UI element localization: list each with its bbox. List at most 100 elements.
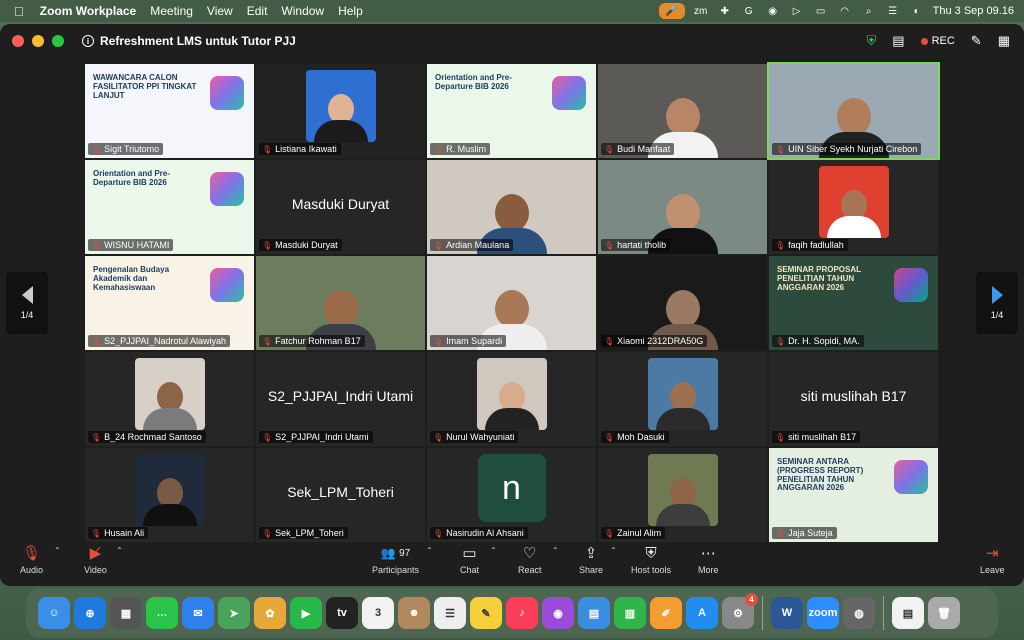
participant-tile[interactable]: 🎙 Xiaomi 2312DRA50G	[598, 256, 767, 350]
participant-tile[interactable]: 🎙 Ardian Maulana	[427, 160, 596, 254]
notes-icon[interactable]: ▤	[892, 33, 904, 49]
audio-options-chevron-icon[interactable]: ⌃	[54, 546, 61, 555]
audio-button[interactable]: 🎙 Audio	[20, 544, 43, 575]
participants-button[interactable]: 👥 97 Participants	[372, 544, 419, 575]
gallery-view-icon[interactable]: ▦	[998, 33, 1010, 49]
system-settings-icon[interactable]: ⚙ 4	[722, 593, 758, 629]
document-icon[interactable]: ▤	[892, 597, 924, 629]
reminders-icon[interactable]: ☰	[434, 597, 466, 629]
extension-icon[interactable]: ✚	[717, 4, 733, 18]
participant-tile[interactable]: Masduki Duryat 🎙 Masduki Duryat	[256, 160, 425, 254]
messages-icon[interactable]: …	[146, 597, 178, 629]
screen-record-icon[interactable]: ◉	[765, 4, 781, 18]
safari-icon[interactable]: ⊕	[74, 597, 106, 629]
finder-icon[interactable]: ☺	[38, 597, 70, 629]
menu-edit[interactable]: Edit	[247, 4, 268, 18]
podcasts-icon[interactable]: ◉	[542, 597, 574, 629]
encryption-shield-icon[interactable]: ⛨	[867, 33, 877, 49]
facetime-icon[interactable]: ▶	[290, 597, 322, 629]
participant-tile[interactable]: SEMINAR PROPOSAL PENELITIAN TAHUN ANGGAR…	[769, 256, 938, 350]
participant-tile[interactable]: Pengenalan Budaya Akademik dan Kemahasis…	[85, 256, 254, 350]
fullscreen-window-button[interactable]	[52, 35, 64, 47]
grammarly-icon[interactable]: G	[741, 4, 757, 18]
mail-icon[interactable]: ✉	[182, 597, 214, 629]
minimize-window-button[interactable]	[32, 35, 44, 47]
siri-icon[interactable]: ◐	[909, 4, 925, 18]
numbers-icon[interactable]: ▥	[614, 597, 646, 629]
participant-tile[interactable]: Orientation and Pre-Departure BIB 2026 🎙…	[85, 160, 254, 254]
participant-tile[interactable]: 🎙 UIN Siber Syekh Nurjati Cirebon	[767, 62, 940, 160]
previous-page-button[interactable]: 1/4	[6, 272, 48, 334]
participant-tile[interactable]: SEMINAR ANTARA (PROGRESS REPORT) PENELIT…	[769, 448, 938, 542]
battery-icon[interactable]: ▭	[813, 4, 829, 18]
contacts-icon[interactable]: ☻	[398, 597, 430, 629]
video-options-chevron-icon[interactable]: ⌃	[116, 546, 123, 555]
host-tools-button[interactable]: ⛨ Host tools	[631, 544, 671, 576]
annotate-pen-icon[interactable]: ✎	[971, 33, 982, 49]
info-icon[interactable]: i	[82, 35, 94, 47]
participant-tile[interactable]: 🎙 Budi Manfaat	[598, 64, 767, 158]
calendar-icon[interactable]: 3	[362, 597, 394, 629]
control-center-icon[interactable]: ☰	[885, 4, 901, 18]
music-icon[interactable]: ♪	[506, 597, 538, 629]
wifi-icon[interactable]: ◠	[837, 4, 853, 18]
participant-tile[interactable]: 🎙 Moh Dasuki	[598, 352, 767, 446]
participant-tile[interactable]: 🎙 Husain Ali	[85, 448, 254, 542]
participant-tile[interactable]: Sek_LPM_Toheri 🎙 Sek_LPM_Toheri	[256, 448, 425, 542]
chat-options-chevron-icon[interactable]: ⌃	[490, 546, 497, 555]
react-button[interactable]: ♡ React	[518, 544, 542, 575]
participant-tile[interactable]: 🎙 faqih fadlullah	[769, 160, 938, 254]
chat-button[interactable]: ▭ Chat	[460, 544, 479, 575]
disk-utility-icon[interactable]: ◍	[843, 597, 875, 629]
participant-tile[interactable]: 🎙 hartati tholib	[598, 160, 767, 254]
pages-icon[interactable]: ✐	[650, 597, 682, 629]
video-button[interactable]: ▶̸ Video	[84, 544, 107, 575]
participant-tile[interactable]: n 🎙 Nasirudin Al Ahsani	[427, 448, 596, 542]
menu-window[interactable]: Window	[281, 4, 324, 18]
participant-tile[interactable]: 🎙 Zainul Alim	[598, 448, 767, 542]
leave-button[interactable]: ⇥ Leave	[980, 544, 1005, 575]
menu-app-name[interactable]: Zoom Workplace	[40, 4, 136, 18]
participant-tile[interactable]: 🎙 Nurul Wahyuniati	[427, 352, 596, 446]
react-options-chevron-icon[interactable]: ⌃	[552, 546, 559, 555]
zoom-status-icon[interactable]: zm	[693, 4, 709, 18]
apple-menu-icon[interactable]: 	[14, 4, 24, 19]
share-options-chevron-icon[interactable]: ⌃	[610, 546, 617, 555]
menu-help[interactable]: Help	[338, 4, 363, 18]
participant-tile[interactable]: 🎙 Listiana Ikawati	[256, 64, 425, 158]
participant-name: Jaja Suteja	[788, 528, 833, 538]
menu-meeting[interactable]: Meeting	[150, 4, 193, 18]
microphone-in-use-icon[interactable]: 🎤	[658, 3, 685, 19]
close-window-button[interactable]	[12, 35, 24, 47]
participant-tile[interactable]: S2_PJJPAI_Indri Utami 🎙 S2_PJJPAI_Indri Ut…	[256, 352, 425, 446]
share-button[interactable]: ⇪ Share	[579, 544, 603, 575]
notes-icon[interactable]: ✎	[470, 597, 502, 629]
media-icon[interactable]: ▷	[789, 4, 805, 18]
participant-name: Sigit Triutomo	[104, 144, 160, 154]
participant-tile[interactable]: siti muslihah B17 🎙 siti muslihah B17	[769, 352, 938, 446]
participant-tile[interactable]: 🎙 Imam Supardi	[427, 256, 596, 350]
maps-icon[interactable]: ➤	[218, 597, 250, 629]
recording-indicator[interactable]: REC	[920, 35, 955, 47]
participant-tile[interactable]: Orientation and Pre-Departure BIB 2026 🎙…	[427, 64, 596, 158]
photos-icon[interactable]: ✿	[254, 597, 286, 629]
participant-tile[interactable]: 🎙 B_24 Rochmad Santoso	[85, 352, 254, 446]
menubar-clock[interactable]: Thu 3 Sep 09.16	[933, 5, 1014, 17]
appstore-icon[interactable]: A	[686, 597, 718, 629]
dock-glyph: ▤	[902, 607, 914, 620]
spotlight-search-icon[interactable]: ⌕	[861, 4, 877, 18]
participant-tile[interactable]: WAWANCARA CALON FASILITATOR PPI TINGKAT …	[85, 64, 254, 158]
menu-view[interactable]: View	[207, 4, 233, 18]
participant-tile[interactable]: 🎙 Fatchur Rohman B17	[256, 256, 425, 350]
trash-icon[interactable]: 🗑	[928, 597, 960, 629]
word-icon[interactable]: W	[771, 597, 803, 629]
launchpad-icon[interactable]: ▦	[110, 597, 142, 629]
zoom-icon[interactable]: zoom	[807, 597, 839, 629]
keynote-icon[interactable]: ▤	[578, 597, 610, 629]
participant-name-label: 🎙 Ardian Maulana	[430, 239, 514, 251]
participants-options-chevron-icon[interactable]: ⌃	[426, 546, 433, 555]
meeting-title[interactable]: i Refreshment LMS untuk Tutor PJJ	[82, 34, 296, 48]
tv-icon[interactable]: tv	[326, 597, 358, 629]
more-button[interactable]: ⋯ More	[698, 544, 719, 575]
next-page-button[interactable]: 1/4	[976, 272, 1018, 334]
